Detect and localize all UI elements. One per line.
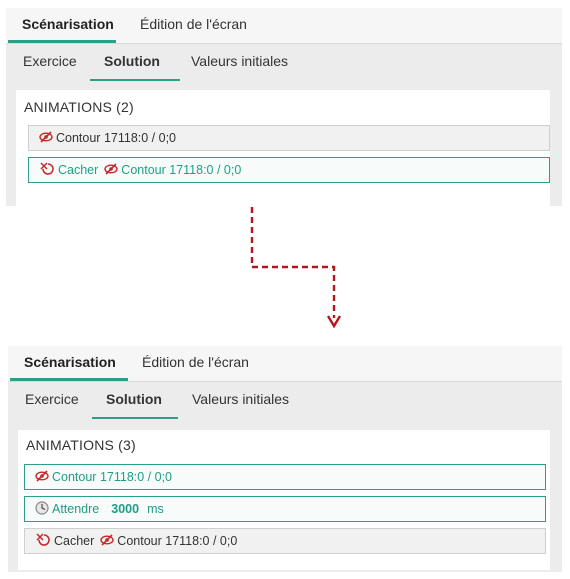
subtab-solution[interactable]: Solution [90,44,180,81]
eye-slash-icon [104,162,118,178]
hide-action-icon [39,161,55,179]
animation-row[interactable]: Contour 17118:0 / 0;0 [28,125,550,151]
wait-duration-value[interactable]: 3000 [111,502,139,516]
before-panel: Scénarisation Édition de l'écran Exercic… [6,8,562,206]
sub-tabbar: Exercice Solution Valeurs initiales [6,44,562,81]
animation-row-wait[interactable]: Attendre 3000 ms [24,496,546,522]
animation-row[interactable]: Cacher Contour 17118:0 / 0;0 [24,528,546,554]
animation-label: Contour 17118:0 / 0;0 [121,163,242,177]
subtab-valeurs-initiales[interactable]: Valeurs initiales [178,382,303,419]
section-title: ANIMATIONS (2) [24,99,134,115]
clock-icon [35,500,49,518]
animations-section: ANIMATIONS (3) Contour 17118:0 / 0;0 Att… [18,430,550,570]
after-panel: Scénarisation Édition de l'écran Exercic… [8,346,562,572]
animation-label: Contour 17118:0 / 0;0 [52,470,172,484]
action-label: Cacher [54,534,95,548]
hide-action-icon [35,532,51,550]
animation-row[interactable]: Contour 17118:0 / 0;0 [24,464,546,490]
animation-row-selected[interactable]: Cacher Contour 17118:0 / 0;0 [28,157,550,183]
sub-tabbar: Exercice Solution Valeurs initiales [8,382,562,419]
animation-label: Contour 17118:0 / 0;0 [117,534,238,548]
animations-section: ANIMATIONS (2) Contour 17118:0 / 0;0 Cac… [16,90,550,206]
subtab-solution[interactable]: Solution [92,382,178,419]
main-tabbar: Scénarisation Édition de l'écran [8,346,562,382]
subtab-exercice[interactable]: Exercice [11,382,93,419]
subtab-valeurs-initiales[interactable]: Valeurs initiales [177,44,302,81]
main-tabbar: Scénarisation Édition de l'écran [6,8,562,44]
animation-label: Contour 17118:0 / 0;0 [56,131,176,145]
wait-duration-unit: ms [147,502,164,516]
action-label: Attendre [52,502,100,516]
tab-edition-ecran[interactable]: Édition de l'écran [126,8,261,43]
section-title: ANIMATIONS (3) [26,437,136,453]
eye-slash-icon [35,469,49,485]
tab-edition-ecran[interactable]: Édition de l'écran [128,346,263,381]
tab-scenarisation[interactable]: Scénarisation [10,346,128,381]
eye-slash-icon [100,533,114,549]
tab-scenarisation[interactable]: Scénarisation [8,8,116,43]
subtab-exercice[interactable]: Exercice [9,44,91,81]
eye-slash-icon [39,130,53,146]
action-label: Cacher [58,163,99,177]
